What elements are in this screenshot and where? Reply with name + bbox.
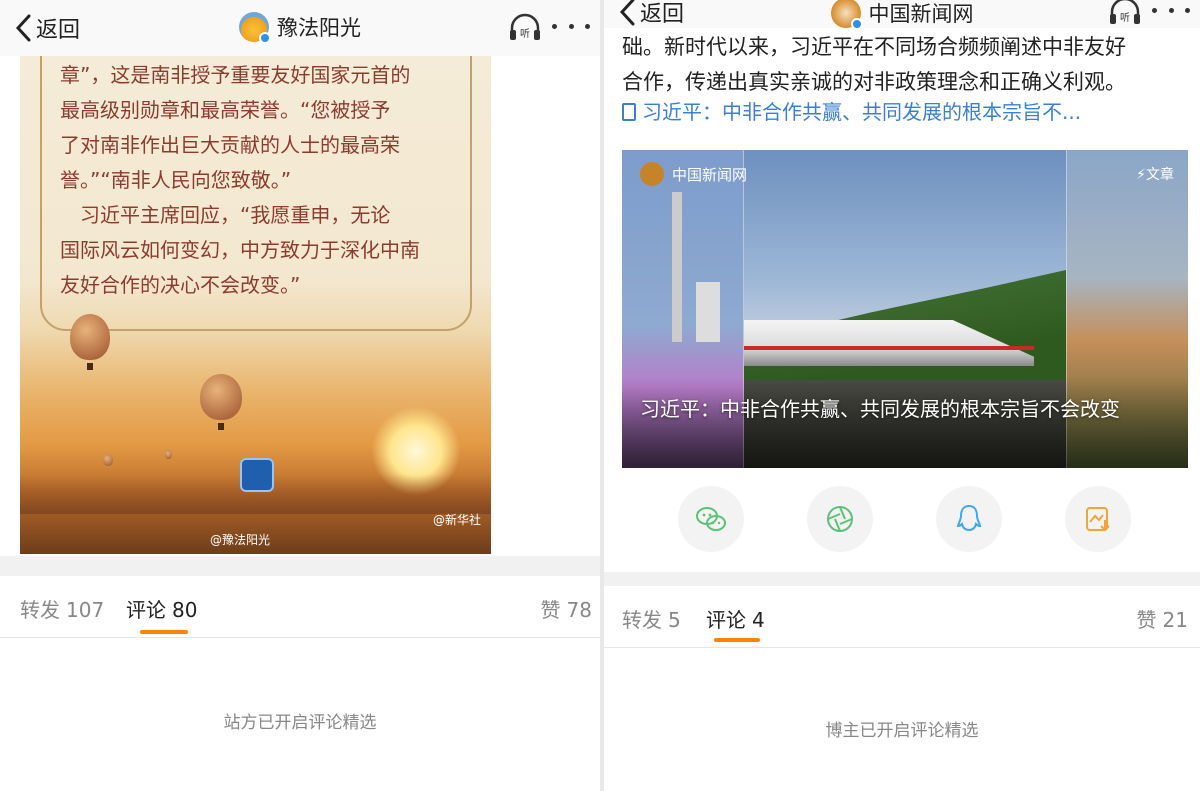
watermark-account: @豫法阳光: [210, 533, 271, 547]
back-label: 返回: [640, 2, 685, 27]
top-bar: 返回 豫法阳光 听: [0, 0, 600, 56]
tab-label: 转发: [622, 608, 662, 632]
chevron-left-icon: [15, 14, 31, 42]
article-link[interactable]: 习近平：中非合作共赢、共同发展的根本宗旨不...: [622, 96, 1081, 125]
interaction-tabs: 转发 107 评论 80 赞 78: [0, 576, 600, 638]
article-link-text: 习近平：中非合作共赢、共同发展的根本宗旨不...: [642, 100, 1082, 124]
tab-count: 78: [566, 598, 592, 622]
tab-like[interactable]: 赞 78: [541, 594, 592, 623]
card-tag: ⚡文章: [1136, 167, 1174, 183]
verified-icon: [259, 32, 271, 44]
right-screen: 础。新时代以来，习近平在不同场合频频阐述中非友好 合作，传递出真实亲诚的对非政策…: [604, 0, 1200, 791]
tab-count: 107: [66, 598, 105, 622]
account-name: 豫法阳光: [277, 16, 361, 40]
poem-text: 章”，这是南非授予重要友好国家元首的 最高级别勋章和最高荣誉。“您被授予 了对南…: [60, 58, 460, 303]
left-screen: 返回 豫法阳光 听 章”，这是南非授予重要友好国家元首的 最高级别勋章和最高荣誉…: [0, 0, 600, 791]
tab-label: 评论: [706, 608, 746, 632]
poem-line: 最高级别勋章和最高荣誉。“您被授予: [60, 98, 391, 122]
balloon: [200, 374, 242, 420]
card-building: [696, 282, 720, 342]
comment-notice: 站方已开启评论精选: [223, 713, 377, 733]
account-name: 中国新闻网: [868, 2, 974, 26]
post-image[interactable]: 章”，这是南非授予重要友好国家元首的 最高级别勋章和最高荣誉。“您被授予 了对南…: [20, 56, 491, 554]
dot-icon: [1152, 7, 1157, 13]
dot-icon: [1168, 7, 1174, 13]
poem-line: 友好合作的决心不会改变。”: [60, 273, 301, 297]
poem-line: 誉。”“南非人民向您致敬。”: [60, 168, 292, 192]
verified-icon: [850, 18, 863, 30]
listen-icon[interactable]: 听: [1108, 0, 1142, 28]
tab-repost[interactable]: 转发 5: [622, 604, 681, 633]
back-button[interactable]: 返回: [618, 0, 684, 28]
active-tab-indicator: [140, 630, 188, 634]
svg-text:听: 听: [1120, 12, 1130, 24]
tab-count: 21: [1162, 608, 1188, 632]
dot-icon: [552, 23, 557, 29]
balloon: [103, 454, 113, 466]
tab-label: 赞: [540, 598, 561, 622]
account-avatar: [830, 0, 863, 30]
xinhua-badge-icon: [240, 458, 274, 492]
article-card[interactable]: 中国新闻网 ⚡文章 习近平：中非合作共赢、共同发展的根本宗旨不会改变: [622, 150, 1188, 468]
balloon-basket: [218, 423, 224, 430]
article-text: 础。新时代以来，习近平在不同场合频频阐述中非友好 合作，传递出真实亲诚的对非政策…: [622, 30, 1182, 100]
active-tab-indicator: [714, 638, 760, 642]
card-train-stripe: [744, 346, 1034, 350]
poem-line: 习近平主席回应，“我愿重申，无论: [60, 203, 391, 227]
poem-line: 了对南非作出巨大贡献的人士的最高荣: [60, 133, 400, 157]
card-title: 习近平：中非合作共赢、共同发展的根本宗旨不会改变: [640, 397, 1120, 421]
section-divider: [0, 556, 600, 576]
tab-count: 80: [172, 598, 198, 622]
more-options-button[interactable]: [552, 14, 590, 38]
tab-label: 赞: [1136, 608, 1157, 632]
interaction-tabs: 转发 5 评论 4 赞 21: [604, 586, 1200, 648]
poem-line: 国际风云如何变幻，中方致力于深化中南: [60, 238, 420, 262]
share-row: [604, 486, 1200, 556]
back-button[interactable]: 返回: [14, 12, 80, 44]
save-image-icon: [1086, 507, 1110, 532]
card-source: 中国新闻网: [640, 162, 747, 186]
svg-text:听: 听: [520, 28, 530, 40]
listen-icon[interactable]: 听: [508, 12, 542, 44]
watermark-xinhua: @新华社: [432, 513, 481, 527]
balloon: [165, 450, 172, 459]
dot-icon: [568, 23, 574, 29]
moments-icon: [827, 506, 853, 532]
tab-label: 转发: [20, 598, 60, 622]
account-avatar: [239, 12, 271, 44]
article-line: 础。新时代以来，习近平在不同场合频频阐述中非友好: [622, 35, 1126, 59]
chevron-left-icon: [619, 0, 635, 26]
tab-comment[interactable]: 评论 4: [706, 604, 765, 633]
tab-comment[interactable]: 评论 80: [126, 594, 197, 623]
card-tower: [672, 192, 682, 342]
card-shade: [622, 378, 1188, 468]
card-source-name: 中国新闻网: [672, 165, 748, 184]
comment-notice: 博主已开启评论精选: [825, 721, 979, 741]
back-label: 返回: [36, 18, 81, 43]
tab-like[interactable]: 赞 21: [1137, 604, 1188, 633]
dot-icon: [1185, 7, 1190, 13]
poem-line: 章”，这是南非授予重要友好国家元首的: [60, 63, 411, 87]
share-qq-button[interactable]: [936, 486, 1002, 552]
tab-count: 4: [752, 608, 765, 632]
tab-repost[interactable]: 转发 107: [20, 594, 104, 623]
source-logo-icon: [640, 162, 664, 186]
share-moments-button[interactable]: [807, 486, 873, 552]
save-image-button[interactable]: [1065, 486, 1131, 552]
top-bar: 返回 中国新闻网 听: [604, 0, 1200, 30]
dot-icon: [585, 23, 590, 29]
tab-count: 5: [668, 608, 681, 632]
tab-label: 评论: [126, 598, 166, 622]
more-options-button[interactable]: [1152, 0, 1190, 22]
wechat-icon: [696, 507, 726, 531]
article-line: 合作，传递出真实亲诚的对非政策理念和正确义利观。: [622, 70, 1126, 94]
qq-icon: [956, 504, 982, 532]
link-icon: [622, 103, 636, 121]
share-wechat-button[interactable]: [678, 486, 744, 552]
section-divider: [604, 572, 1200, 586]
balloon-basket: [87, 363, 93, 370]
balloon: [70, 314, 110, 360]
